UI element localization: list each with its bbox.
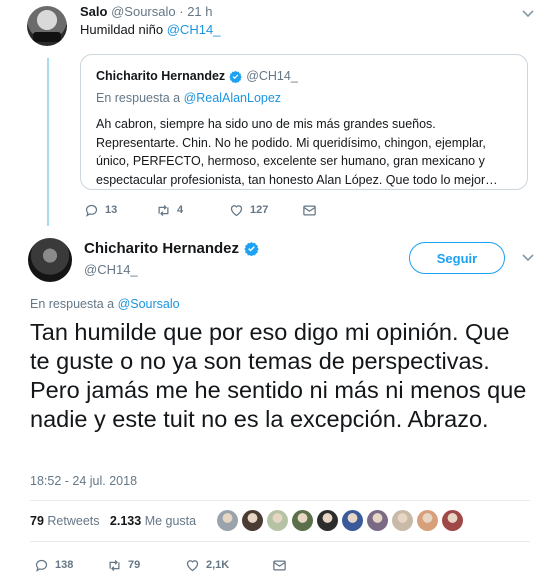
likes-stat[interactable]: 2.133 Me gusta bbox=[110, 514, 196, 528]
author-name[interactable]: Chicharito Hernandez bbox=[84, 240, 239, 257]
liker-avatar[interactable] bbox=[417, 510, 438, 531]
reply-icon bbox=[35, 559, 48, 572]
reply-icon bbox=[85, 204, 98, 217]
chevron-down-icon[interactable] bbox=[522, 10, 534, 18]
liker-avatar[interactable] bbox=[217, 510, 238, 531]
retweet-action[interactable]: 79 bbox=[107, 558, 140, 573]
chevron-down-icon[interactable] bbox=[522, 254, 534, 262]
separator: · bbox=[179, 4, 184, 19]
avatar[interactable] bbox=[28, 238, 72, 282]
tweet-timestamp[interactable]: 18:52 - 24 jul. 2018 bbox=[30, 474, 137, 488]
retweet-icon bbox=[158, 204, 169, 216]
reply-tweet-actions: 13 4 127 bbox=[84, 201, 324, 219]
engagement-stats: 79 Retweets 2.133 Me gusta bbox=[30, 514, 196, 528]
reply-tweet-text: Humildad niño @CH14_ bbox=[80, 22, 221, 37]
author-handle: @CH14_ bbox=[246, 69, 298, 83]
author-handle[interactable]: @CH14_ bbox=[84, 262, 138, 277]
retweet-action[interactable]: 4 bbox=[156, 203, 183, 218]
thread-line bbox=[47, 58, 49, 226]
like-action[interactable]: 127 bbox=[229, 203, 268, 218]
liker-avatar[interactable] bbox=[392, 510, 413, 531]
mention-link[interactable]: @RealAlanLopez bbox=[184, 91, 281, 105]
heart-icon bbox=[186, 559, 199, 571]
quoted-tweet-text: Ah cabron, siempre ha sido uno de mis má… bbox=[96, 117, 498, 187]
divider bbox=[30, 500, 530, 501]
liker-avatar[interactable] bbox=[442, 510, 463, 531]
mention-link[interactable]: @Soursalo bbox=[118, 297, 180, 311]
author-name: Chicharito Hernandez bbox=[96, 69, 226, 83]
in-reply-to: En respuesta a @RealAlanLopez bbox=[96, 91, 282, 105]
main-tweet-actions: 138 79 2,1K bbox=[34, 556, 334, 574]
liker-avatar[interactable] bbox=[317, 510, 338, 531]
envelope-icon bbox=[303, 205, 316, 215]
tweet-age[interactable]: 21 h bbox=[187, 4, 212, 19]
main-tweet-text: Tan humilde que por eso digo mi opinión.… bbox=[30, 319, 527, 432]
quoted-tweet-header: Chicharito Hernandez @CH14_ bbox=[96, 69, 298, 83]
follow-button[interactable]: Seguir bbox=[409, 242, 505, 274]
envelope-icon bbox=[273, 560, 286, 570]
dm-action[interactable] bbox=[272, 558, 287, 573]
mention-link[interactable]: @CH14_ bbox=[167, 22, 221, 37]
liker-avatar[interactable] bbox=[242, 510, 263, 531]
dm-action[interactable] bbox=[302, 203, 317, 218]
reply-action[interactable]: 138 bbox=[34, 558, 73, 573]
heart-icon bbox=[230, 204, 243, 216]
main-tweet-author: Chicharito Hernandez bbox=[84, 240, 259, 257]
avatar[interactable] bbox=[27, 6, 67, 46]
verified-badge-icon bbox=[244, 241, 259, 256]
divider bbox=[30, 541, 530, 542]
in-reply-to: En respuesta a @Soursalo bbox=[30, 297, 180, 311]
likers-avatars bbox=[217, 510, 463, 531]
like-action[interactable]: 2,1K bbox=[185, 558, 229, 573]
author-handle[interactable]: @Soursalo bbox=[111, 4, 176, 19]
author-name[interactable]: Salo bbox=[80, 4, 107, 19]
reply-action[interactable]: 13 bbox=[84, 203, 117, 218]
retweet-icon bbox=[109, 559, 120, 571]
liker-avatar[interactable] bbox=[292, 510, 313, 531]
quoted-tweet[interactable]: Chicharito Hernandez @CH14_ En respuesta… bbox=[80, 54, 528, 190]
liker-avatar[interactable] bbox=[367, 510, 388, 531]
liker-avatar[interactable] bbox=[342, 510, 363, 531]
retweets-stat[interactable]: 79 Retweets bbox=[30, 514, 100, 528]
liker-avatar[interactable] bbox=[267, 510, 288, 531]
reply-tweet-header: Salo @Soursalo · 21 h bbox=[80, 4, 213, 19]
verified-badge-icon bbox=[229, 70, 242, 83]
